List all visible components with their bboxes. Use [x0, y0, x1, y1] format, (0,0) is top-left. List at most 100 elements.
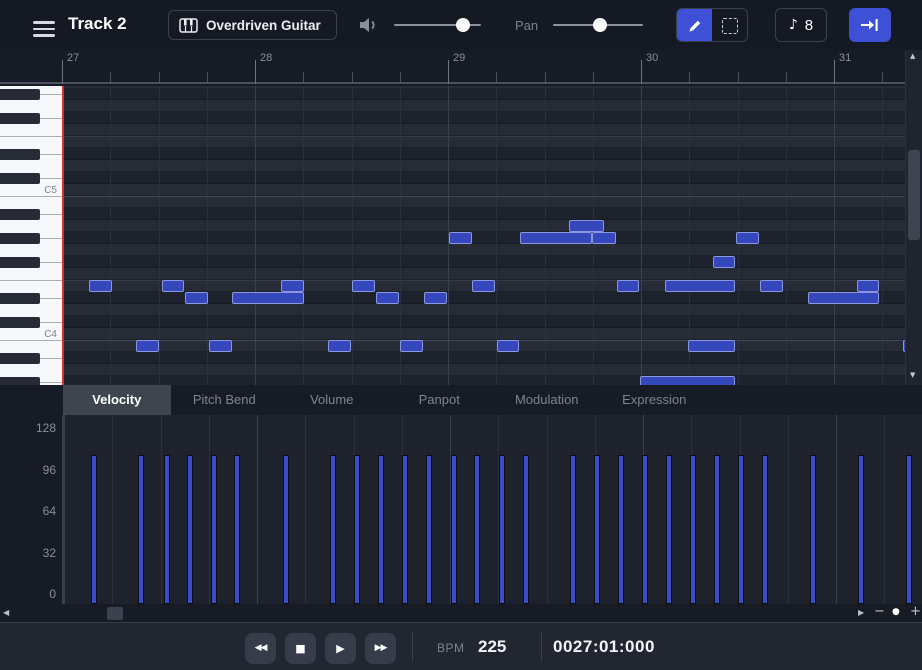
vertical-scrollbar-thumb[interactable] [908, 150, 920, 240]
horizontal-scrollbar-thumb[interactable] [107, 607, 123, 620]
velocity-bar[interactable] [426, 455, 432, 604]
velocity-bar[interactable] [211, 455, 217, 604]
velocity-bar[interactable] [138, 455, 144, 604]
tab-modulation[interactable]: Modulation [493, 385, 601, 415]
midi-note[interactable] [688, 340, 735, 352]
piano-keyboard[interactable]: C5C4 [0, 86, 62, 385]
velocity-bar[interactable] [378, 455, 384, 604]
velocity-bar[interactable] [91, 455, 97, 604]
tab-pitch-bend[interactable]: Pitch Bend [171, 385, 279, 415]
velocity-bar[interactable] [330, 455, 336, 604]
zoom-out-icon[interactable]: − [874, 605, 885, 618]
midi-note[interactable] [808, 292, 879, 304]
velocity-bar[interactable] [499, 455, 505, 604]
velocity-bar[interactable] [354, 455, 360, 604]
midi-note[interactable] [89, 280, 112, 292]
midi-note[interactable] [497, 340, 519, 352]
midi-note[interactable] [185, 292, 208, 304]
velocity-bar[interactable] [642, 455, 648, 604]
midi-note[interactable] [162, 280, 184, 292]
fast-forward-button[interactable]: ▶▶ [365, 633, 396, 664]
volume-slider-thumb[interactable] [456, 18, 470, 32]
velocity-bar[interactable] [234, 455, 240, 604]
tab-expression[interactable]: Expression [601, 385, 709, 415]
velocity-bar[interactable] [618, 455, 624, 604]
velocity-bar[interactable] [402, 455, 408, 604]
midi-note[interactable] [736, 232, 759, 244]
horizontal-scrollbar[interactable]: ◀ ▶ − ● + [0, 604, 922, 622]
bpm-value[interactable]: 225 [478, 637, 506, 657]
black-key[interactable] [0, 317, 40, 328]
black-key[interactable] [0, 149, 40, 160]
select-tool-button[interactable] [712, 9, 747, 42]
tab-panpot[interactable]: Panpot [386, 385, 494, 415]
mute-button[interactable] [358, 16, 378, 39]
pencil-tool-button[interactable] [677, 9, 712, 42]
midi-note[interactable] [328, 340, 351, 352]
scroll-right-icon[interactable]: ▶ [858, 609, 864, 617]
pan-slider-thumb[interactable] [593, 18, 607, 32]
midi-note[interactable] [281, 280, 304, 292]
midi-note[interactable] [209, 340, 232, 352]
velocity-bar[interactable] [164, 455, 170, 604]
play-button[interactable]: ▶ [325, 633, 356, 664]
midi-note[interactable] [520, 232, 592, 244]
midi-note[interactable] [400, 340, 423, 352]
black-key[interactable] [0, 257, 40, 268]
velocity-bar[interactable] [523, 455, 529, 604]
black-key[interactable] [0, 233, 40, 244]
velocity-bar[interactable] [451, 455, 457, 604]
velocity-bar[interactable] [858, 455, 864, 604]
black-key[interactable] [0, 293, 40, 304]
note-grid[interactable] [62, 86, 905, 385]
midi-note[interactable] [640, 376, 735, 385]
instrument-button[interactable]: Overdriven Guitar [168, 10, 337, 40]
black-key[interactable] [0, 209, 40, 220]
zoom-in-icon[interactable]: + [910, 605, 921, 618]
black-key[interactable] [0, 113, 40, 124]
midi-note[interactable] [760, 280, 783, 292]
scroll-up-icon[interactable]: ▲ [910, 53, 915, 60]
timeline-ruler[interactable]: 2728293031 [0, 50, 922, 84]
midi-note[interactable] [665, 280, 735, 292]
vertical-scrollbar[interactable]: ▲ ▼ [905, 50, 922, 385]
rewind-button[interactable]: ◀◀ [245, 633, 276, 664]
tab-velocity[interactable]: Velocity [63, 385, 171, 415]
velocity-bar[interactable] [810, 455, 816, 604]
midi-note[interactable] [713, 256, 735, 268]
velocity-bar[interactable] [474, 455, 480, 604]
midi-note[interactable] [617, 280, 639, 292]
velocity-bar[interactable] [570, 455, 576, 604]
velocity-bar[interactable] [666, 455, 672, 604]
black-key[interactable] [0, 377, 40, 386]
velocity-bar[interactable] [283, 455, 289, 604]
black-key[interactable] [0, 173, 40, 184]
midi-note[interactable] [232, 292, 304, 304]
autoscroll-button[interactable] [849, 8, 891, 42]
scroll-down-icon[interactable]: ▼ [910, 372, 915, 379]
pan-slider[interactable] [553, 24, 643, 26]
menu-button[interactable] [33, 17, 55, 41]
black-key[interactable] [0, 353, 40, 364]
midi-note[interactable] [136, 340, 159, 352]
velocity-bar[interactable] [690, 455, 696, 604]
velocity-bar[interactable] [714, 455, 720, 604]
midi-note[interactable] [472, 280, 495, 292]
velocity-bar[interactable] [906, 455, 912, 604]
velocity-bar[interactable] [762, 455, 768, 604]
midi-note[interactable] [449, 232, 472, 244]
midi-note[interactable] [376, 292, 399, 304]
midi-note[interactable] [424, 292, 447, 304]
note-duration-button[interactable]: ♪ 8 [775, 8, 827, 42]
velocity-bar[interactable] [594, 455, 600, 604]
midi-note[interactable] [857, 280, 879, 292]
volume-slider[interactable] [394, 24, 481, 26]
midi-note[interactable] [592, 232, 616, 244]
velocity-bar[interactable] [738, 455, 744, 604]
zoom-slider-dot-icon[interactable]: ● [892, 608, 900, 617]
tab-volume[interactable]: Volume [278, 385, 386, 415]
midi-note[interactable] [352, 280, 375, 292]
midi-note[interactable] [569, 220, 604, 232]
velocity-chart[interactable] [62, 415, 922, 604]
black-key[interactable] [0, 89, 40, 100]
